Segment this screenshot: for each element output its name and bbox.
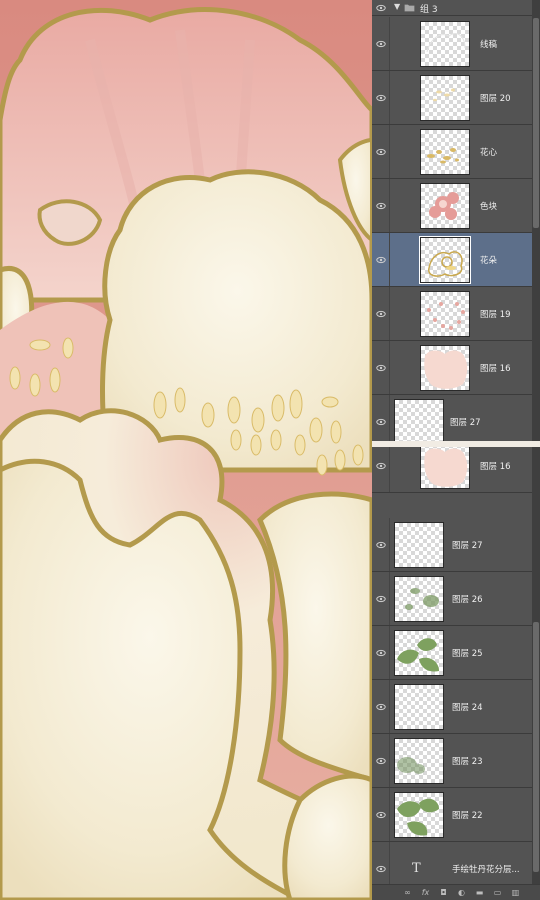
layer-name: 图层 19 [480, 309, 511, 320]
text-layer-icon: T [412, 860, 421, 876]
eye-icon[interactable] [376, 309, 386, 319]
group-name: 组 3 [420, 5, 438, 15]
folder-icon [404, 4, 415, 12]
lineart-thumb [420, 21, 470, 67]
layer-name: 手绘牡丹花分层... [452, 864, 520, 875]
empty-thumb [394, 399, 444, 441]
visibility-toggle[interactable] [372, 233, 390, 286]
eye-icon[interactable] [376, 363, 386, 373]
new-layer-icon[interactable]: ▭ [492, 887, 503, 898]
visibility-toggle[interactable] [372, 395, 390, 441]
layer-row[interactable]: 图层 16 [372, 447, 532, 493]
layer-row[interactable]: 图层 27 [372, 395, 532, 441]
eye-icon[interactable] [376, 702, 386, 712]
yellow-flower-thumb [419, 236, 471, 284]
layers-panel-bottom: 图层 16 图层 27 图层 26 图层 25 图层 24 图层 23 图层 22 T 手绘牡丹… [372, 447, 540, 900]
link-icon[interactable]: ∞ [402, 887, 413, 898]
empty-thumb [394, 684, 444, 730]
green-leaves-thumb [394, 630, 444, 676]
layer-row[interactable]: 花朵 [372, 233, 532, 287]
layer-name: 花心 [480, 147, 498, 158]
layer-row[interactable]: 图层 20 [372, 71, 532, 125]
green-soft-thumb [394, 576, 444, 622]
visibility-toggle[interactable] [372, 447, 390, 492]
adjustment-icon[interactable]: ◐ [456, 887, 467, 898]
chevron-down-icon[interactable]: ▼ [394, 2, 400, 11]
layer-name: 图层 16 [480, 363, 511, 374]
visibility-toggle[interactable] [372, 71, 390, 124]
empty-thumb [394, 522, 444, 568]
layer-name: 花朵 [480, 255, 498, 266]
layer-name: 图层 27 [452, 540, 483, 551]
eye-icon[interactable] [376, 864, 386, 874]
layers-panel-top: ▼ 组 3 线稿图层 20 花心色块花朵图层 19 图层 16 图层 27 [372, 0, 540, 441]
layer-row[interactable]: 色块 [372, 179, 532, 233]
pink-dots-thumb [420, 291, 470, 337]
layer-row[interactable]: 图层 25 [372, 626, 532, 680]
eye-icon[interactable] [376, 648, 386, 658]
eye-icon[interactable] [376, 201, 386, 211]
green-blur-thumb [394, 738, 444, 784]
visibility-toggle[interactable] [372, 341, 390, 394]
layer-row[interactable]: 图层 24 [372, 680, 532, 734]
layer-name: 图层 23 [452, 756, 483, 767]
fx-icon[interactable]: fx [420, 887, 431, 898]
layer-row[interactable]: 图层 27 [372, 518, 532, 572]
eye-icon[interactable] [376, 756, 386, 766]
layer-row[interactable]: 图层 26 [372, 572, 532, 626]
trash-icon[interactable]: ▥ [510, 887, 521, 898]
layer-name: 色块 [480, 201, 498, 212]
eye-icon[interactable] [376, 594, 386, 604]
layer-group-row[interactable]: ▼ 组 3 [372, 0, 532, 16]
layer-name: 图层 24 [452, 702, 483, 713]
eye-icon[interactable] [376, 39, 386, 49]
eye-icon[interactable] [376, 255, 386, 265]
visibility-toggle[interactable] [372, 179, 390, 232]
green-leaves-2-thumb [394, 792, 444, 838]
visibility-toggle[interactable] [372, 788, 390, 841]
visibility-toggle[interactable] [372, 680, 390, 733]
pink-blob-thumb [420, 447, 470, 489]
eye-icon[interactable] [376, 540, 386, 550]
layer-row[interactable]: 图层 23 [372, 734, 532, 788]
layer-row[interactable]: 图层 22 [372, 788, 532, 842]
layer-row[interactable]: 图层 16 [372, 341, 532, 395]
layer-name: 图层 25 [452, 648, 483, 659]
layers-toolbar: ∞ fx ◘ ◐ ▬ ▭ ▥ [372, 884, 540, 900]
eye-icon[interactable] [376, 3, 386, 13]
visibility-toggle[interactable] [372, 287, 390, 340]
pink-flower-thumb [420, 183, 470, 229]
layers-scrollbar-top[interactable] [532, 0, 540, 441]
folder-icon[interactable]: ▬ [474, 887, 485, 898]
visibility-toggle[interactable] [372, 17, 390, 70]
visibility-toggle[interactable] [372, 626, 390, 679]
peony-artwork [0, 0, 372, 900]
visibility-toggle[interactable] [372, 734, 390, 787]
layer-name: 图层 27 [450, 417, 481, 428]
eye-icon[interactable] [376, 147, 386, 157]
visibility-toggle[interactable] [372, 572, 390, 625]
faint-yellow-thumb [420, 75, 470, 121]
layers-scrollbar-bottom[interactable] [532, 447, 540, 884]
layer-name: 图层 26 [452, 594, 483, 605]
mask-icon[interactable]: ◘ [438, 887, 449, 898]
pink-blob-thumb [420, 345, 470, 391]
layer-name: 线稿 [480, 39, 498, 50]
eye-icon[interactable] [376, 461, 386, 471]
artwork-canvas[interactable] [0, 0, 372, 900]
layer-row[interactable]: 图层 19 [372, 287, 532, 341]
eye-icon[interactable] [376, 810, 386, 820]
layer-row[interactable]: 花心 [372, 125, 532, 179]
eye-icon[interactable] [376, 93, 386, 103]
visibility-toggle[interactable] [372, 518, 390, 571]
visibility-toggle[interactable] [372, 125, 390, 178]
stamen-thumb [420, 129, 470, 175]
layer-name: 图层 20 [480, 93, 511, 104]
layer-row[interactable]: 线稿 [372, 17, 532, 71]
eye-icon[interactable] [376, 417, 386, 427]
layer-name: 图层 22 [452, 810, 483, 821]
layer-name: 图层 16 [480, 461, 511, 472]
